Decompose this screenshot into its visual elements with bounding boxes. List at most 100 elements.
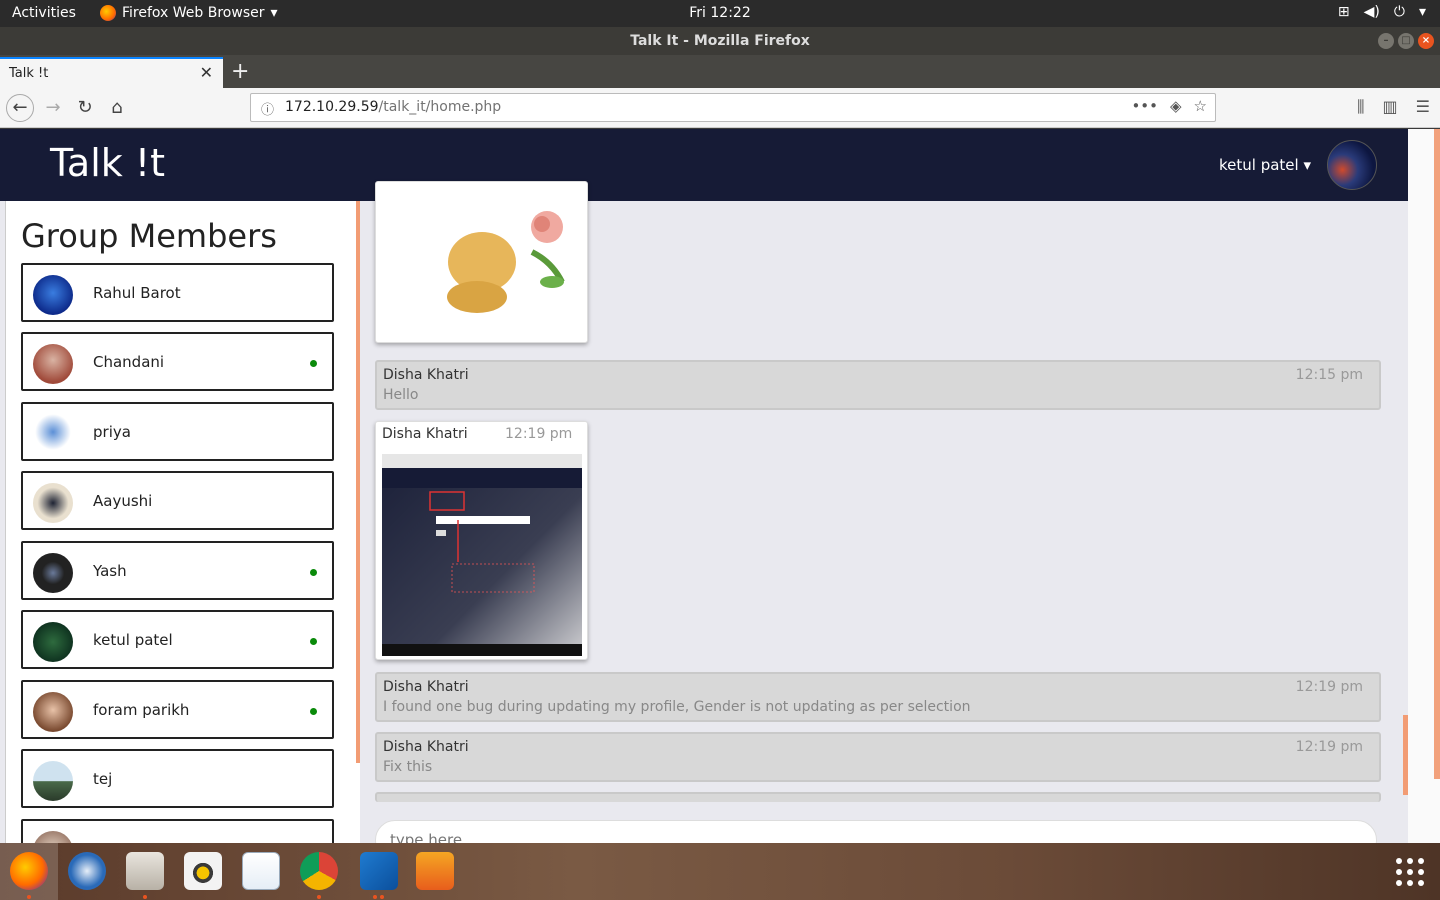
message-sender: Disha Khatri [382, 426, 468, 442]
software-center-icon[interactable] [416, 852, 454, 890]
running-indicator [143, 895, 147, 899]
image-message[interactable] [375, 181, 588, 343]
caret-down-icon: ▾ [1418, 4, 1426, 20]
home-icon[interactable]: ⌂ [104, 95, 130, 121]
image-message[interactable]: Disha Khatri 12:19 pm [375, 421, 588, 660]
avatar [33, 344, 73, 384]
sidebar-toggle-icon[interactable]: ▥ [1383, 97, 1398, 117]
url-bar[interactable]: ⓘ 172.10.29.59/talk_it/home.php ••• ◈ ☆ [250, 93, 1216, 122]
activities-button[interactable]: Activities [12, 5, 76, 21]
brand-logo[interactable]: Talk !t [50, 141, 165, 185]
page-viewport: Talk !t ketul patel ▾ Group Members Rahu… [0, 129, 1440, 843]
message-sender: Disha Khatri [383, 367, 469, 383]
reload-icon[interactable]: ↻ [72, 95, 98, 121]
member-item[interactable] [21, 819, 334, 843]
member-name: foram parikh [93, 701, 190, 719]
message-time: 12:15 pm [1295, 367, 1363, 383]
member-item[interactable]: priya [21, 402, 334, 461]
files-icon[interactable] [126, 852, 164, 890]
app-menu[interactable]: Firefox Web Browser ▾ [100, 5, 278, 21]
message-composer[interactable] [375, 820, 1377, 843]
app-menu-label: Firefox Web Browser [122, 5, 265, 21]
chat-message-partial [375, 792, 1381, 802]
tab-title: Talk !t [9, 66, 49, 81]
member-item[interactable]: foram parikh [21, 680, 334, 739]
online-indicator [310, 708, 317, 715]
member-name: priya [93, 423, 131, 441]
firefox-icon [100, 5, 116, 21]
avatar [33, 553, 73, 593]
caret-down-icon: ▾ [1303, 156, 1311, 174]
forward-icon[interactable]: → [40, 95, 66, 121]
back-icon[interactable]: ← [6, 94, 34, 122]
library-icon[interactable]: ⫼ [1357, 97, 1364, 117]
rhythmbox-icon[interactable] [184, 852, 222, 890]
clock[interactable]: Fri 12:22 [689, 5, 750, 21]
screenshot-attachment-image [382, 454, 582, 656]
pocket-icon[interactable]: ◈ [1170, 97, 1182, 115]
member-name: Chandani [93, 353, 165, 371]
running-indicator [27, 895, 31, 899]
url-path: /talk_it/home.php [378, 99, 502, 115]
firefox-icon[interactable] [10, 852, 48, 890]
member-name: ketul patel [93, 631, 173, 649]
running-indicator [380, 895, 384, 899]
url-text[interactable]: 172.10.29.59/talk_it/home.php [285, 99, 501, 115]
online-indicator [310, 638, 317, 645]
chrome-icon[interactable] [300, 852, 338, 890]
user-avatar[interactable] [1327, 140, 1377, 190]
volume-icon: ◀) [1363, 4, 1380, 20]
message-sender: Disha Khatri [383, 679, 469, 695]
hamburger-menu-icon[interactable]: ☰ [1416, 97, 1430, 117]
writer-icon[interactable] [242, 852, 280, 890]
message-time: 12:19 pm [1295, 739, 1363, 755]
site-info-icon[interactable]: ⓘ [261, 99, 274, 118]
message-text: Fix this [383, 759, 433, 775]
power-icon: ⏻ [1393, 4, 1405, 20]
message-input[interactable] [390, 831, 1290, 843]
member-name: Rahul Barot [93, 284, 181, 302]
app-header: Talk !t ketul patel ▾ [0, 129, 1408, 201]
new-tab-icon[interactable]: + [231, 59, 249, 84]
page-scrollbar-thumb[interactable] [1434, 129, 1440, 779]
panel-title: Group Members [21, 217, 277, 255]
avatar [33, 761, 73, 801]
online-indicator [310, 569, 317, 576]
vscode-icon[interactable] [360, 852, 398, 890]
member-item[interactable]: Yash [21, 541, 334, 600]
running-indicator [317, 895, 321, 899]
message-time: 12:19 pm [1295, 679, 1363, 695]
system-tray[interactable]: ⊞ ◀) ⏻ ▾ [1338, 4, 1426, 20]
window-title: Talk It - Mozilla Firefox [630, 33, 810, 49]
avatar [33, 275, 73, 315]
avatar [33, 692, 73, 732]
member-item[interactable]: Rahul Barot [21, 263, 334, 322]
message-sender: Disha Khatri [383, 739, 469, 755]
running-indicator [373, 895, 377, 899]
bookmark-star-icon[interactable]: ☆ [1194, 97, 1207, 115]
close-tab-icon[interactable]: ✕ [200, 63, 213, 82]
user-menu[interactable]: ketul patel ▾ [1219, 156, 1311, 174]
chat-message: Disha Khatri 12:19 pm Fix this [375, 732, 1381, 782]
thunderbird-icon[interactable] [68, 852, 106, 890]
group-members-panel: Group Members Rahul Barot Chandani priya… [5, 201, 360, 843]
online-indicator [310, 360, 317, 367]
member-item[interactable]: ketul patel [21, 610, 334, 669]
avatar [33, 483, 73, 523]
tab-strip: Talk !t ✕ + [0, 55, 1440, 88]
user-name: ketul patel [1218, 156, 1299, 174]
member-item[interactable]: Chandani [21, 332, 334, 391]
page-scrollbar[interactable] [1408, 129, 1440, 843]
member-item[interactable]: tej [21, 749, 334, 808]
url-host: 172.10.29.59 [285, 99, 379, 115]
message-text: I found one bug during updating my profi… [383, 699, 971, 715]
close-window-icon[interactable]: × [1418, 33, 1434, 49]
minimize-icon[interactable]: – [1378, 33, 1394, 49]
member-item[interactable]: Aayushi [21, 471, 334, 530]
avatar [33, 622, 73, 662]
maximize-icon[interactable]: □ [1398, 33, 1414, 49]
browser-tab[interactable]: Talk !t ✕ [0, 57, 223, 88]
show-applications-icon[interactable] [1396, 858, 1424, 886]
page-actions-icon[interactable]: ••• [1131, 97, 1158, 115]
chat-message: Disha Khatri 12:15 pm Hello [375, 360, 1381, 410]
